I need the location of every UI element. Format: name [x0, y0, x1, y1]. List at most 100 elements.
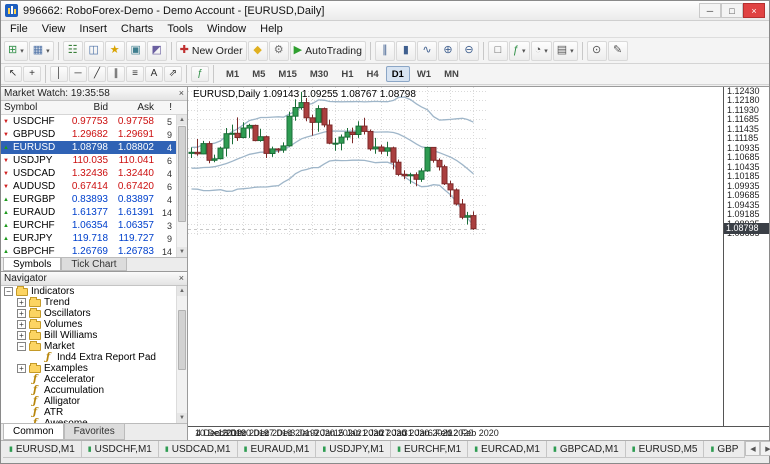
chart-tab-euraud-m1[interactable]: ▮ EURAUD,M1 [237, 441, 317, 458]
profiles-button[interactable]: ▦ ▾ [28, 40, 54, 61]
scroll-down-icon[interactable]: ▼ [177, 247, 187, 257]
scroll-up-icon[interactable]: ▲ [177, 286, 187, 296]
collapse-icon[interactable]: − [17, 342, 26, 351]
fibonacci-button[interactable]: ≡ [126, 66, 144, 82]
cursor-button[interactable]: ↖ [4, 66, 22, 82]
zoom-in-button[interactable]: ⊕ [437, 40, 458, 61]
autotrading-button[interactable]: ▶ AutoTrading [289, 40, 366, 61]
collapse-icon[interactable]: − [4, 287, 13, 296]
indicator-list-button[interactable]: ƒ [191, 66, 209, 82]
expand-icon[interactable]: + [17, 364, 26, 373]
market-watch-button[interactable]: ☷ [62, 40, 83, 61]
timeframe-d1[interactable]: D1 [385, 66, 410, 82]
equidistant-channel-button[interactable]: ∥ [107, 66, 125, 82]
market-watch-row-eurusd[interactable]: ▲ EURUSD 1.08798 1.08802 4 [1, 141, 176, 154]
bar-chart-type-button[interactable]: ∥ [374, 40, 395, 61]
periods-button[interactable]: ◔ ▾ [530, 40, 552, 61]
timeframe-mn[interactable]: MN [438, 66, 465, 82]
zoom-out-button[interactable]: ⊖ [458, 40, 479, 61]
navigator-item-alligator[interactable]: ƒ Alligator [1, 396, 176, 407]
timeframe-h4[interactable]: H4 [361, 66, 385, 82]
menu-tools[interactable]: Tools [160, 22, 200, 36]
chart-tab-eurusd-m5[interactable]: ▮ EURUSD,M5 [625, 441, 705, 458]
timeframe-w1[interactable]: W1 [411, 66, 437, 82]
menu-help[interactable]: Help [253, 22, 290, 36]
candlestick-chart[interactable] [188, 87, 488, 237]
navigator-item-awesome[interactable]: ƒAwesome [1, 418, 176, 423]
scrollbar-thumb[interactable] [178, 126, 186, 222]
timeframe-m30[interactable]: M30 [304, 66, 334, 82]
menu-view[interactable]: View [35, 22, 73, 36]
timeframe-h1[interactable]: H1 [335, 66, 359, 82]
candlestick-chart-type-button[interactable]: ▮ [395, 40, 416, 61]
navigator-item-atr[interactable]: ƒ ATR [1, 407, 176, 418]
menu-insert[interactable]: Insert [72, 22, 114, 36]
navigator-item-oscillators[interactable]: + Oscillators [1, 307, 176, 319]
chart-tab-gbpcad-m1[interactable]: ▮ GBPCAD,M1 [546, 441, 626, 458]
navigator-item-indicators[interactable]: − Indicators [1, 286, 176, 297]
search-button[interactable]: ⊙ [586, 40, 607, 61]
market-watch-close-button[interactable]: × [179, 89, 184, 98]
indicators-button[interactable]: ƒ ▾ [508, 40, 530, 61]
crosshair-button[interactable]: + [23, 66, 41, 82]
expand-icon[interactable]: + [17, 320, 26, 329]
navigator-item-trend[interactable]: + Trend [1, 296, 176, 308]
vertical-line-button[interactable]: │ [50, 66, 68, 82]
market-watch-row-audusd[interactable]: ▼ AUDUSD 0.67414 0.67420 6 [1, 180, 176, 193]
time-axis[interactable]: 4 Dec 2019 10 Dec 2019 16 Dec 2019 20 Dec 2… [188, 426, 769, 440]
chart-tab-eurchf-m1[interactable]: ▮ EURCHF,M1 [391, 441, 469, 458]
timeframe-m15[interactable]: M15 [272, 66, 302, 82]
market-watch-row-eurgbp[interactable]: ▲ EURGBP 0.83893 0.83897 4 [1, 193, 176, 206]
navigator-item-market[interactable]: − Market [1, 340, 176, 352]
expand-icon[interactable]: + [17, 309, 26, 318]
price-axis[interactable]: 1.12430 1.12180 1.11930 1.11685 1.11435 1.111… [723, 87, 769, 426]
menu-window[interactable]: Window [200, 22, 253, 36]
metaeditor-button[interactable]: ◆ [247, 40, 268, 61]
navigator-item-accumulation[interactable]: ƒ Accumulation [1, 385, 176, 396]
market-watch-row-eurchf[interactable]: ▲ EURCHF 1.06354 1.06357 3 [1, 219, 176, 232]
navigator-scrollbar[interactable]: ▲ ▼ [176, 286, 187, 423]
expand-icon[interactable]: + [17, 331, 26, 340]
trendline-button[interactable]: ╱ [88, 66, 106, 82]
tabs-scroll-left-button[interactable]: ◀ [745, 441, 761, 456]
tabs-scroll-right-button[interactable]: ▶ [760, 441, 770, 456]
market-watch-row-usdjpy[interactable]: ▼ USDJPY 110.035 110.041 6 [1, 154, 176, 167]
expert-advisors-button[interactable]: ⚙ [268, 40, 289, 61]
navigator-item-volumes[interactable]: + Volumes [1, 318, 176, 330]
tile-windows-button[interactable]: □ [487, 40, 508, 61]
market-watch-row-euraud[interactable]: ▲ EURAUD 1.61377 1.61391 14 [1, 206, 176, 219]
templates-button[interactable]: ▤ ▾ [552, 40, 578, 61]
navigator-button[interactable]: ★ [104, 40, 125, 61]
chart-tab-usdchf-m1[interactable]: ▮ USDCHF,M1 [81, 441, 159, 458]
market-watch-row-gbpchf[interactable]: ▲ GBPCHF 1.26769 1.26783 14 [1, 245, 176, 257]
chart-tab-usdcad-m1[interactable]: ▮ USDCAD,M1 [158, 441, 238, 458]
tab-favorites[interactable]: Favorites [63, 424, 125, 440]
new-order-button[interactable]: ✚ New Order [175, 40, 247, 61]
market-watch-row-usdcad[interactable]: ▼ USDCAD 1.32436 1.32440 4 [1, 167, 176, 180]
strategy-tester-button[interactable]: ◩ [146, 40, 167, 61]
navigator-item-accelerator[interactable]: ƒ Accelerator [1, 374, 176, 385]
line-chart-type-button[interactable]: ∿ [416, 40, 437, 61]
market-watch-row-eurjpy[interactable]: ▲ EURJPY 119.718 119.727 9 [1, 232, 176, 245]
close-button[interactable]: × [743, 3, 765, 18]
maximize-button[interactable]: □ [721, 3, 743, 18]
navigator-item-ind4-extra-report-pad[interactable]: ƒ Ind4 Extra Report Pad [1, 352, 176, 363]
navigator-close-button[interactable]: × [179, 274, 184, 283]
market-watch-scrollbar[interactable]: ▲ ▼ [176, 115, 187, 257]
scroll-down-icon[interactable]: ▼ [177, 413, 187, 423]
chart-tab-eurcad-m1[interactable]: ▮ EURCAD,M1 [468, 441, 547, 458]
chart-tab-gbp[interactable]: ▮ GBP [704, 441, 746, 458]
text-label-button[interactable]: A [145, 66, 163, 82]
timeframe-m5[interactable]: M5 [246, 66, 271, 82]
scrollbar-thumb[interactable] [178, 310, 186, 370]
arrow-objects-button[interactable]: ⇗ [164, 66, 182, 82]
tab-common[interactable]: Common [3, 424, 64, 440]
tab-symbols[interactable]: Symbols [3, 258, 62, 271]
market-watch-row-gbpusd[interactable]: ▼ GBPUSD 1.29682 1.29691 9 [1, 128, 176, 141]
tab-tick-chart[interactable]: Tick Chart [61, 258, 127, 271]
horizontal-line-button[interactable]: ─ [69, 66, 87, 82]
navigator-item-bill-williams[interactable]: + Bill Williams [1, 329, 176, 341]
minimize-button[interactable]: ─ [699, 3, 721, 18]
menu-charts[interactable]: Charts [114, 22, 160, 36]
expand-icon[interactable]: + [17, 298, 26, 307]
